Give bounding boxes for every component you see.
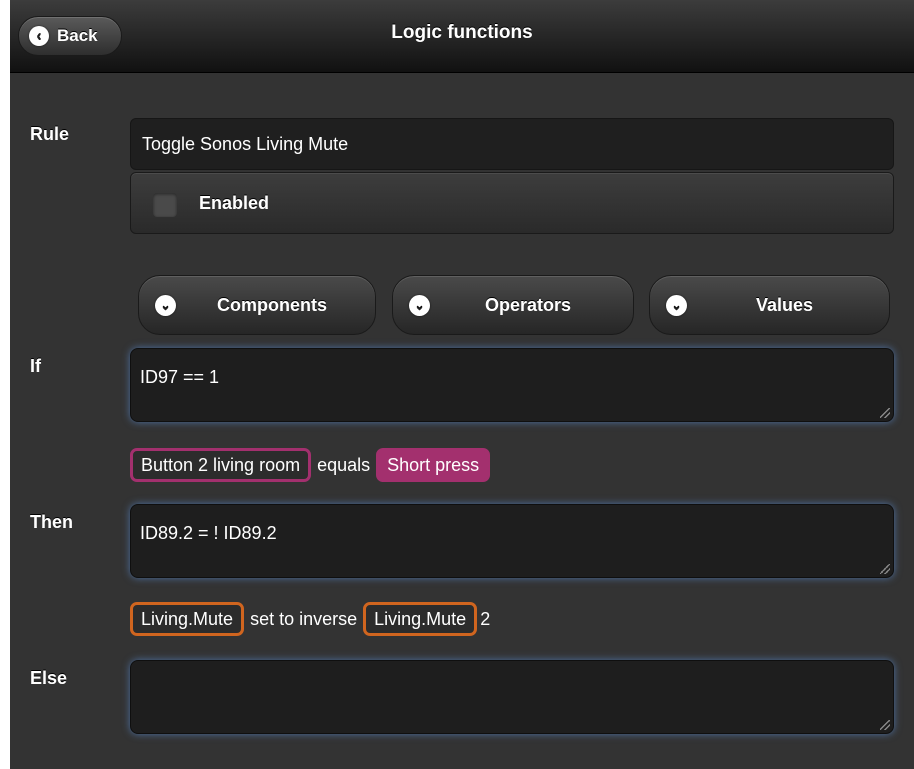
- rule-label: Rule: [30, 124, 70, 144]
- if-expression-value: ID97 == 1: [140, 367, 220, 387]
- then-label: Then: [30, 512, 73, 532]
- chevron-down-icon: ⌄: [409, 295, 430, 316]
- target-variable-tag[interactable]: Living.Mute: [130, 602, 245, 636]
- suffix-text: 2: [480, 608, 491, 629]
- then-description: Living.Mute set to inverse Living.Mute 2: [130, 602, 490, 636]
- values-label: Values: [755, 295, 814, 315]
- resize-grip-icon[interactable]: [880, 720, 890, 730]
- value-tag[interactable]: Short press: [376, 448, 491, 482]
- else-label: Else: [30, 668, 68, 688]
- rule-name-input[interactable]: Toggle Sonos Living Mute: [130, 118, 894, 170]
- component-tag[interactable]: Button 2 living room: [130, 448, 312, 482]
- operator-text: equals: [317, 454, 371, 475]
- rule-name-value: Toggle Sonos Living Mute: [142, 133, 349, 154]
- else-expression-textarea[interactable]: [130, 660, 894, 734]
- values-dropdown-button[interactable]: ⌄ Values: [649, 275, 890, 335]
- components-dropdown-button[interactable]: ⌄ Components: [138, 275, 376, 335]
- enabled-checkbox-row[interactable]: Enabled: [130, 172, 894, 234]
- then-expression-value: ID89.2 = ! ID89.2: [140, 523, 277, 543]
- source-variable-tag[interactable]: Living.Mute: [363, 602, 478, 636]
- enabled-label: Enabled: [199, 193, 270, 213]
- components-label: Components: [217, 295, 327, 315]
- logic-functions-screen: ‹ Back Logic functions Rule Toggle Sonos…: [10, 0, 914, 769]
- chevron-down-icon: ⌄: [666, 295, 687, 316]
- page-title: Logic functions: [391, 22, 533, 43]
- operators-dropdown-button[interactable]: ⌄ Operators: [392, 275, 634, 335]
- if-label: If: [30, 356, 41, 376]
- operators-label: Operators: [484, 295, 572, 315]
- action-text: set to inverse: [250, 608, 358, 629]
- enabled-checkbox[interactable]: [153, 193, 177, 217]
- resize-grip-icon[interactable]: [880, 408, 890, 418]
- chevron-down-icon: ⌄: [155, 295, 176, 316]
- if-expression-textarea[interactable]: ID97 == 1: [130, 348, 894, 422]
- if-description: Button 2 living room equals Short press: [130, 448, 491, 482]
- then-expression-textarea[interactable]: ID89.2 = ! ID89.2: [130, 504, 894, 578]
- header-bar: ‹ Back Logic functions: [10, 0, 914, 73]
- resize-grip-icon[interactable]: [880, 564, 890, 574]
